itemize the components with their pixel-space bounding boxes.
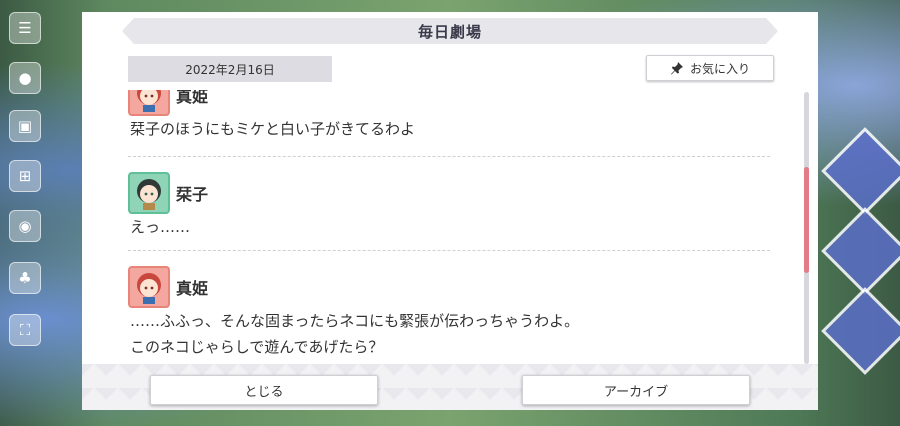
favorite-button[interactable]: お気に入り [646,55,774,81]
speaker-name: 真姫 [176,90,209,106]
dialogue-list[interactable]: 真姫 栞子のほうにもミケと白い子がきてるわよ 栞子 えっ…… 真姫 ……ふふっ、… [128,90,770,368]
maki-portrait-icon [128,90,170,116]
close-button[interactable]: とじる [150,375,378,405]
dialogue-entry: 真姫 栞子のほうにもミケと白い子がきてるわよ [128,90,770,142]
archive-button[interactable]: アーカイブ [522,375,750,405]
dialogue-entry: 栞子 えっ…… [128,172,770,240]
dialog-footer: とじる アーカイブ [82,364,818,410]
speaker-name: 真姫 [176,279,209,298]
date-label: 2022年2月16日 [128,56,332,82]
entry-divider [128,250,770,251]
maki-portrait-icon [128,266,170,308]
scrollbar[interactable] [804,92,809,364]
dialogue-line: えっ…… [130,218,191,236]
expand-icon[interactable]: ⛶ [9,314,41,346]
speaker-name: 栞子 [176,185,209,204]
dialogue-line: 栞子のほうにもミケと白い子がきてるわよ [130,120,416,138]
dialogue-entry: 真姫 ……ふふっ、そんな固まったらネコにも緊張が伝わっちゃうわよ。 このネコじゃ… [128,266,770,360]
shop-icon[interactable]: ▣ [9,110,41,142]
gift-icon[interactable]: ⊞ [9,160,41,192]
menu-icon[interactable]: ☰ [9,12,41,44]
right-menu-tile[interactable] [821,287,900,375]
shioriko-portrait-icon [128,172,170,214]
right-menu-tile[interactable] [821,207,900,295]
scrollbar-thumb[interactable] [804,167,809,273]
favorite-button-label: お気に入り [689,61,750,76]
daily-theater-dialog: 毎日劇場 2022年2月16日 お気に入り 真姫 栞子のほうにもミケと白い子がき… [82,12,818,410]
right-menu-tile[interactable] [821,127,900,215]
watering-can-icon[interactable]: ♣ [9,262,41,294]
entry-divider [128,156,770,157]
dialogue-line: ……ふふっ、そんな固まったらネコにも緊張が伝わっちゃうわよ。 [130,312,580,330]
dialog-title: 毎日劇場 [122,18,778,44]
dialogue-line: このネコじゃらしで遊んであげたら？ [130,338,384,356]
chat-icon[interactable]: ● [9,62,41,94]
pin-icon [670,62,683,75]
camera-icon[interactable]: ◉ [9,210,41,242]
